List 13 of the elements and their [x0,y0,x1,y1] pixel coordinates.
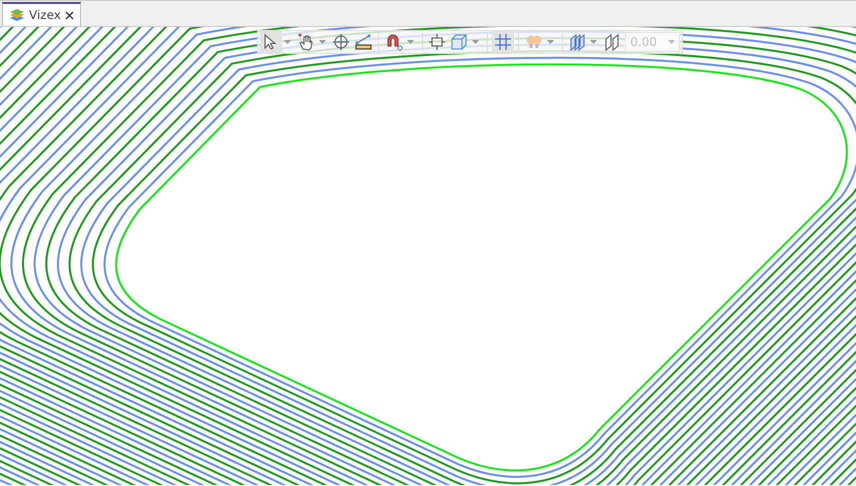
select-button[interactable] [260,31,282,53]
target-button[interactable] [330,31,352,53]
caret-icon[interactable] [319,40,326,44]
caret-icon[interactable] [546,40,554,44]
caret-icon[interactable] [472,40,480,44]
close-icon[interactable] [64,10,74,20]
layers-icon [9,8,25,22]
grid-button[interactable] [492,31,514,53]
document-tab[interactable]: Vizex [2,2,81,26]
caret-icon[interactable] [284,40,291,44]
caret-icon [668,40,675,44]
caret-icon[interactable] [406,40,414,44]
caret-icon[interactable] [590,40,598,44]
